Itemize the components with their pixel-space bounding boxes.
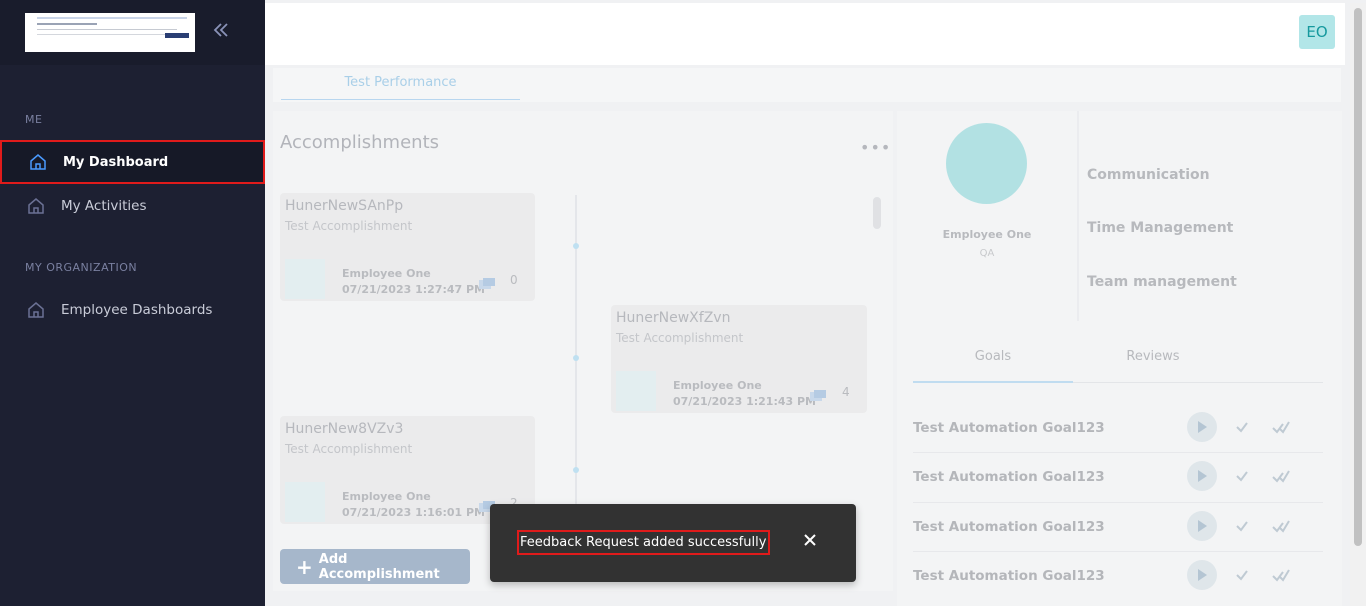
profile-name: Employee One — [942, 228, 1032, 241]
section-label-my-organization: MY ORGANIZATION — [25, 261, 138, 274]
skill-time-management: Time Management — [1087, 220, 1234, 236]
timeline-dot — [573, 243, 579, 249]
accomplishments-title: Accomplishments — [280, 132, 440, 153]
skill-communication: Communication — [1087, 167, 1210, 183]
goal-name: Test Automation Goal123 — [913, 519, 1105, 535]
accomplishment-subtitle: Test Accomplishment — [285, 219, 413, 233]
goal-row[interactable]: Test Automation Goal123 — [913, 408, 1323, 448]
sidebar-item-label: My Activities — [61, 198, 147, 214]
employee-thumbnail — [285, 259, 325, 299]
tab-goals[interactable]: Goals — [913, 349, 1073, 364]
double-check-icon[interactable] — [1266, 412, 1296, 442]
more-horizontal-icon[interactable]: ••• — [860, 138, 891, 157]
add-accomplishment-button[interactable]: + Add Accomplishment — [280, 549, 470, 584]
check-icon[interactable] — [1227, 461, 1257, 491]
home-icon — [25, 299, 47, 321]
active-tab-indicator — [913, 381, 1073, 383]
goal-separator — [913, 452, 1323, 453]
accomplishment-date: 07/21/2023 1:27:47 PM — [342, 283, 485, 296]
tab-test-performance[interactable]: Test Performance — [281, 75, 520, 100]
timeline-dot — [573, 355, 579, 361]
page-scrollbar-thumb[interactable] — [1354, 8, 1362, 546]
accomplishment-title: HunerNewSAnPp — [285, 198, 404, 214]
comment-count: 0 — [510, 273, 518, 287]
tab-reviews[interactable]: Reviews — [1073, 349, 1233, 364]
profile-divider — [1077, 111, 1079, 321]
employee-thumbnail — [616, 371, 656, 411]
sidebar-item-label: Employee Dashboards — [61, 302, 213, 318]
goal-separator — [913, 502, 1323, 503]
close-icon[interactable] — [800, 532, 820, 552]
plus-icon: + — [296, 554, 313, 579]
sidebar-item-my-dashboard[interactable]: My Dashboard — [0, 140, 265, 184]
user-avatar[interactable]: EO — [1299, 15, 1335, 49]
double-chevron-left-icon[interactable] — [207, 20, 235, 46]
toast-notification: Feedback Request added successfully — [490, 504, 856, 582]
section-label-me: ME — [25, 113, 43, 126]
goal-separator — [913, 551, 1323, 552]
top-header — [265, 3, 1345, 65]
accomplishment-employee: Employee One — [342, 490, 431, 503]
comment-count: 4 — [842, 385, 850, 399]
add-accomplishment-label: Add Accomplishment — [318, 551, 440, 582]
double-check-icon[interactable] — [1266, 461, 1296, 491]
comment-icon[interactable] — [810, 387, 826, 401]
home-icon — [27, 151, 49, 173]
accomplishment-subtitle: Test Accomplishment — [616, 331, 744, 345]
accomplishment-title: HunerNew8VZv3 — [285, 421, 404, 437]
accomplishment-employee: Employee One — [342, 267, 431, 280]
sidebar-item-my-activities[interactable]: My Activities — [0, 184, 265, 228]
accomplishment-card[interactable]: HunerNewXfZvn Test Accomplishment Employ… — [611, 305, 867, 413]
play-icon[interactable] — [1187, 461, 1217, 491]
check-icon[interactable] — [1227, 412, 1257, 442]
timeline-dot — [573, 467, 579, 473]
accomplishment-date: 07/21/2023 1:21:43 PM — [673, 395, 816, 408]
goal-row[interactable]: Test Automation Goal123 — [913, 457, 1323, 497]
comment-icon[interactable] — [479, 275, 495, 289]
play-icon[interactable] — [1187, 511, 1217, 541]
tab-divider — [1073, 382, 1323, 383]
goal-row[interactable]: Test Automation Goal123 — [913, 507, 1323, 547]
home-icon — [25, 195, 47, 217]
goal-row[interactable]: Test Automation Goal123 — [913, 556, 1323, 596]
play-icon[interactable] — [1187, 412, 1217, 442]
accomplishment-employee: Employee One — [673, 379, 762, 392]
accomplishment-date: 07/21/2023 1:16:01 PM — [342, 506, 485, 519]
check-icon[interactable] — [1227, 560, 1257, 590]
profile-avatar — [946, 123, 1027, 204]
sidebar-item-label: My Dashboard — [63, 154, 169, 170]
logo — [25, 13, 195, 52]
goal-name: Test Automation Goal123 — [913, 568, 1105, 584]
double-check-icon[interactable] — [1266, 511, 1296, 541]
double-check-icon[interactable] — [1266, 560, 1296, 590]
goal-name: Test Automation Goal123 — [913, 469, 1105, 485]
goal-name: Test Automation Goal123 — [913, 420, 1105, 436]
play-icon[interactable] — [1187, 560, 1217, 590]
check-icon[interactable] — [1227, 511, 1257, 541]
accomplishment-card[interactable]: HunerNewSAnPp Test Accomplishment Employ… — [280, 193, 535, 301]
employee-thumbnail — [285, 482, 325, 522]
profile-role: QA — [979, 248, 995, 259]
accomplishment-title: HunerNewXfZvn — [616, 310, 731, 326]
sidebar-item-employee-dashboards[interactable]: Employee Dashboards — [0, 288, 265, 332]
accomplishments-scrollbar-thumb[interactable] — [873, 197, 881, 229]
skill-team-management: Team management — [1087, 274, 1237, 290]
toast-message: Feedback Request added successfully — [517, 530, 770, 555]
accomplishment-subtitle: Test Accomplishment — [285, 442, 413, 456]
